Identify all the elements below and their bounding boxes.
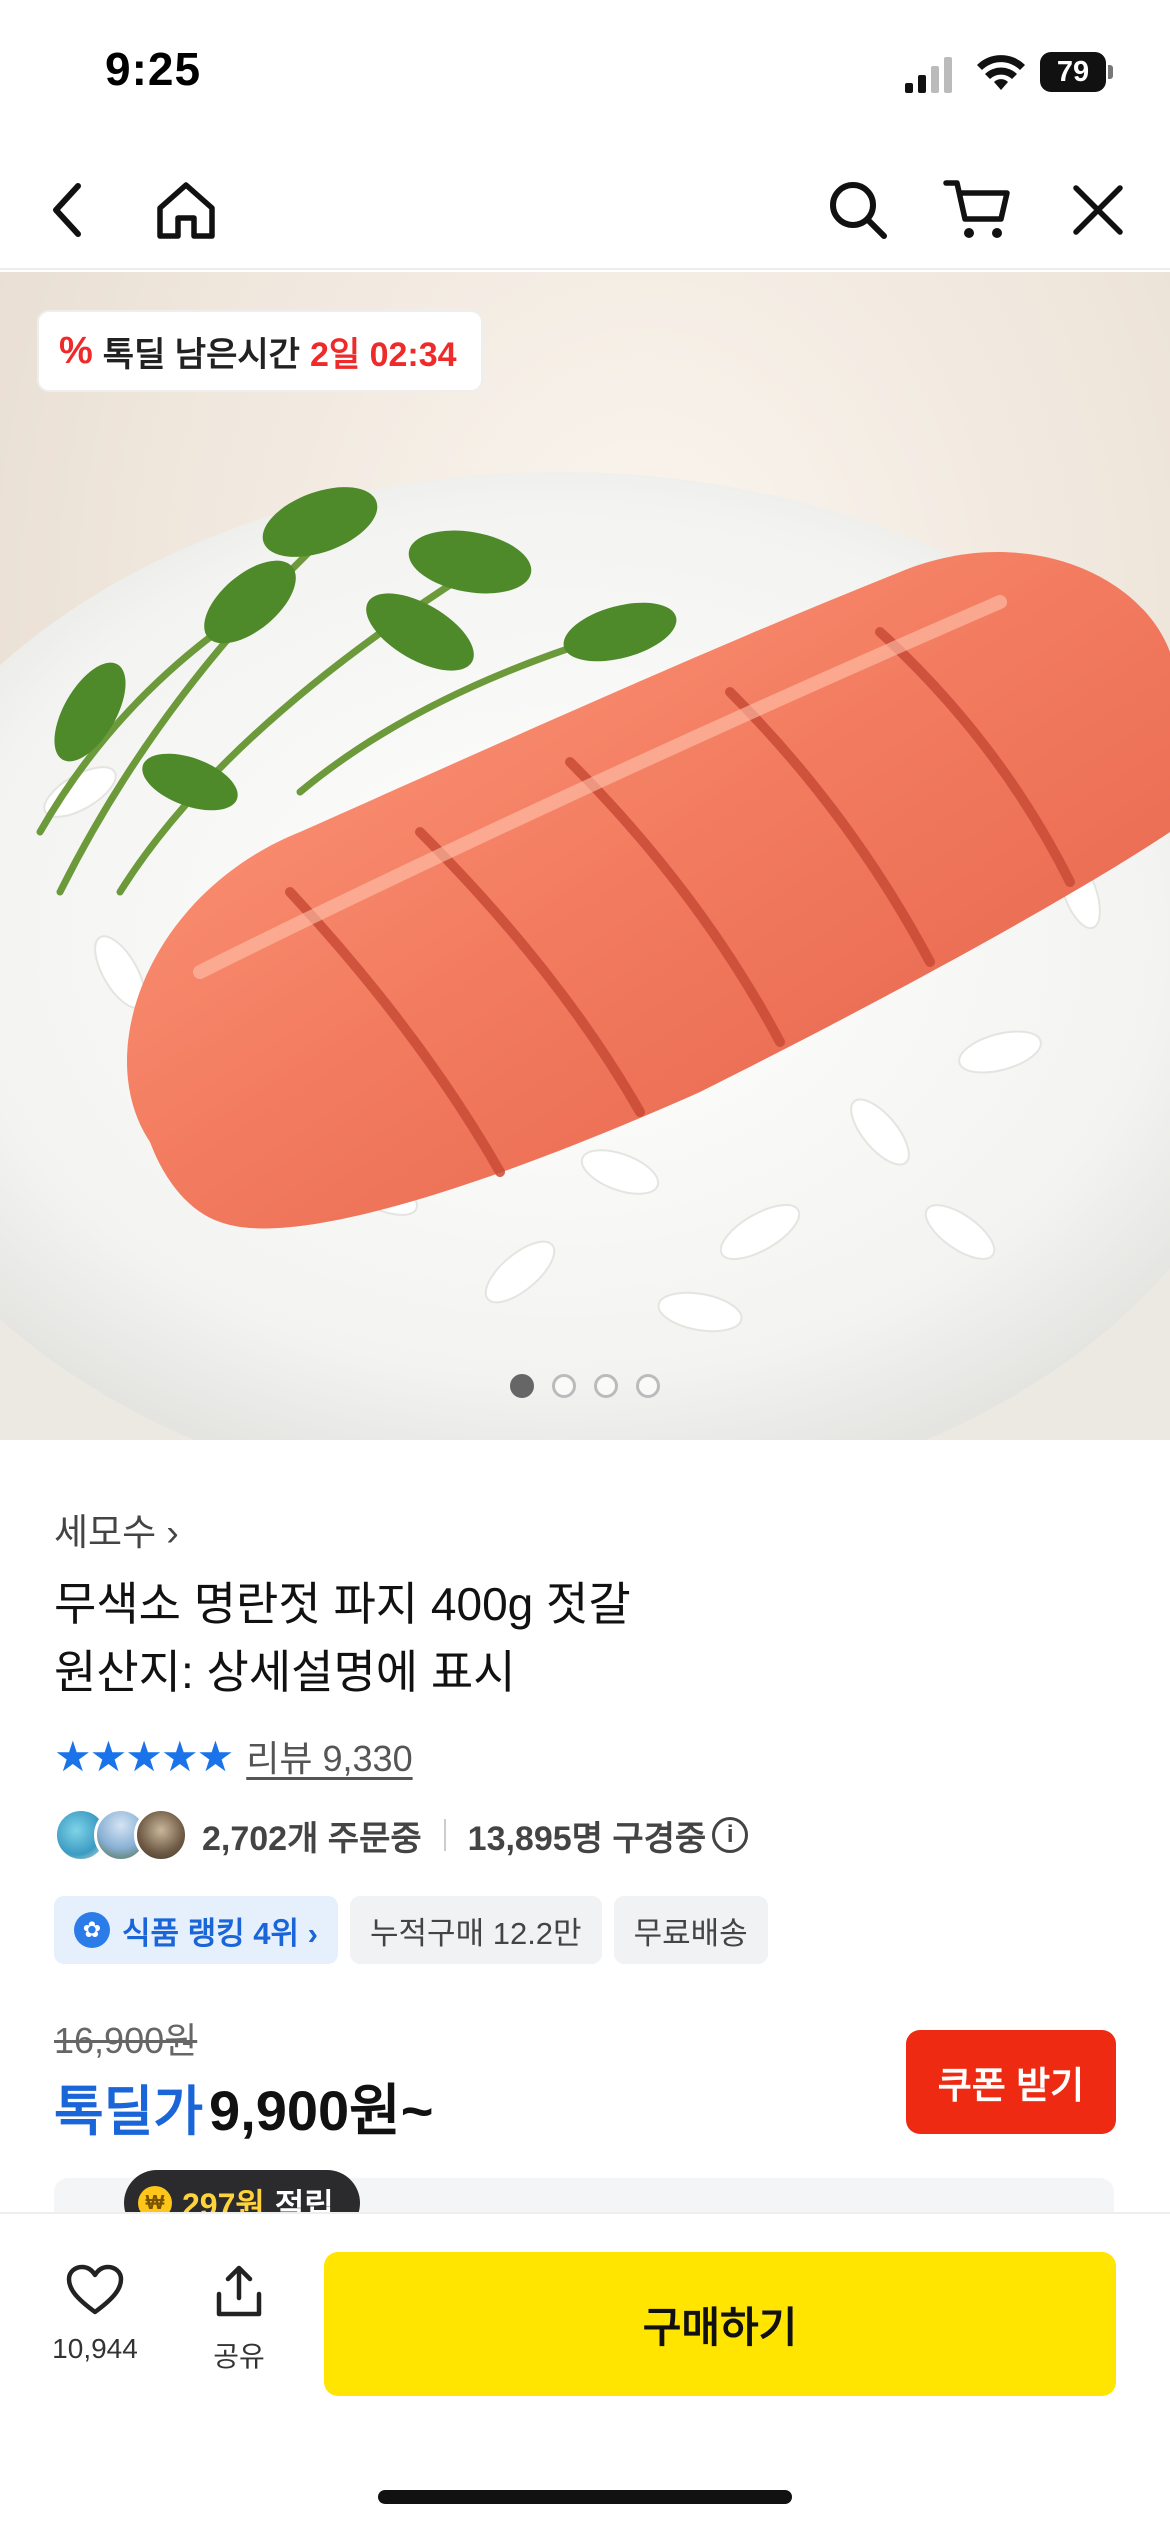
share-button[interactable]: 공유 (184, 2264, 294, 2375)
buy-button[interactable]: 구매하기 (324, 2252, 1116, 2396)
carousel-dot[interactable] (636, 1374, 660, 1398)
carousel-dot[interactable] (510, 1374, 534, 1398)
star-rating-icon: ★★★★★ (54, 1732, 234, 1780)
carousel-pagination (0, 1374, 1170, 1398)
top-navigation (0, 150, 1170, 270)
deal-price-row: 톡딜가 9,900원~ (54, 2066, 433, 2147)
bottom-action-bar: 10,944 공유 구매하기 (0, 2212, 1170, 2532)
product-title-line: 무색소 명란젓 파지 400g 젓갈 (54, 1578, 631, 1630)
viewer-count: 13,895명 구경중 (467, 1819, 707, 1858)
review-link[interactable]: 리뷰 9,330 (246, 1730, 412, 1782)
battery-level: 79 (1040, 52, 1106, 92)
discount-icon: % (59, 329, 93, 372)
ranking-label: 식품 랭킹 4위 › (122, 1915, 319, 1951)
like-count: 10,944 (52, 2333, 138, 2364)
timer-value: 2일 02:34 (309, 335, 457, 374)
home-icon[interactable] (148, 172, 224, 248)
ranking-badge-icon: ✿ (74, 1912, 110, 1948)
timer-label: 톡딜 남은시간 (102, 335, 300, 374)
share-icon (216, 2265, 262, 2317)
wifi-icon (977, 55, 1025, 90)
order-stats: 2,702개 주문중 13,895명 구경중 i (54, 1808, 749, 1862)
free-shipping-chip: 무료배송 (613, 1896, 768, 1964)
original-price: 16,900원 (54, 2020, 198, 2061)
carousel-dot[interactable] (552, 1374, 576, 1398)
home-indicator (378, 2490, 792, 2504)
deal-timer-badge: % 톡딜 남은시간 2일 02:34 (37, 310, 483, 392)
rating-row: ★★★★★ 리뷰 9,330 (54, 1730, 413, 1782)
status-time: 9:25 (105, 43, 202, 95)
carousel-dot[interactable] (594, 1374, 618, 1398)
order-count: 2,702개 주문중 (202, 1819, 422, 1858)
chevron-left-icon[interactable] (30, 172, 106, 248)
buyer-avatars (54, 1808, 188, 1862)
close-icon[interactable] (1060, 172, 1136, 248)
deal-label: 톡딜가 (54, 2082, 204, 2142)
brand-link[interactable]: 세모수 › (54, 1502, 179, 1556)
status-bar: 9:25 79 (0, 0, 1170, 150)
search-icon[interactable] (820, 172, 896, 248)
product-photo (0, 472, 1170, 1440)
divider (443, 1819, 446, 1851)
product-image-carousel[interactable]: % 톡딜 남은시간 2일 02:34 (0, 272, 1170, 1440)
info-icon[interactable]: i (712, 1817, 749, 1853)
product-origin-line: 원산지: 상세설명에 표시 (54, 1646, 516, 1698)
cumulative-purchase-chip: 누적구매 12.2만 (350, 1896, 602, 1964)
product-chips: ✿ 식품 랭킹 4위 › 누적구매 12.2만 무료배송 (54, 1896, 768, 1964)
avatar (134, 1808, 188, 1862)
ranking-chip[interactable]: ✿ 식품 랭킹 4위 › (54, 1896, 339, 1964)
signal-icon (905, 57, 952, 93)
heart-icon (66, 2264, 124, 2315)
like-button[interactable]: 10,944 (40, 2264, 150, 2365)
deal-price: 9,900원~ (209, 2079, 434, 2142)
battery-indicator: 79 (1040, 52, 1114, 92)
get-coupon-button[interactable]: 쿠폰 받기 (906, 2030, 1116, 2134)
share-label: 공유 (213, 2341, 265, 2372)
product-title: 무색소 명란젓 파지 400g 젓갈 원산지: 상세설명에 표시 (54, 1570, 1104, 1706)
cart-icon[interactable] (940, 172, 1016, 248)
